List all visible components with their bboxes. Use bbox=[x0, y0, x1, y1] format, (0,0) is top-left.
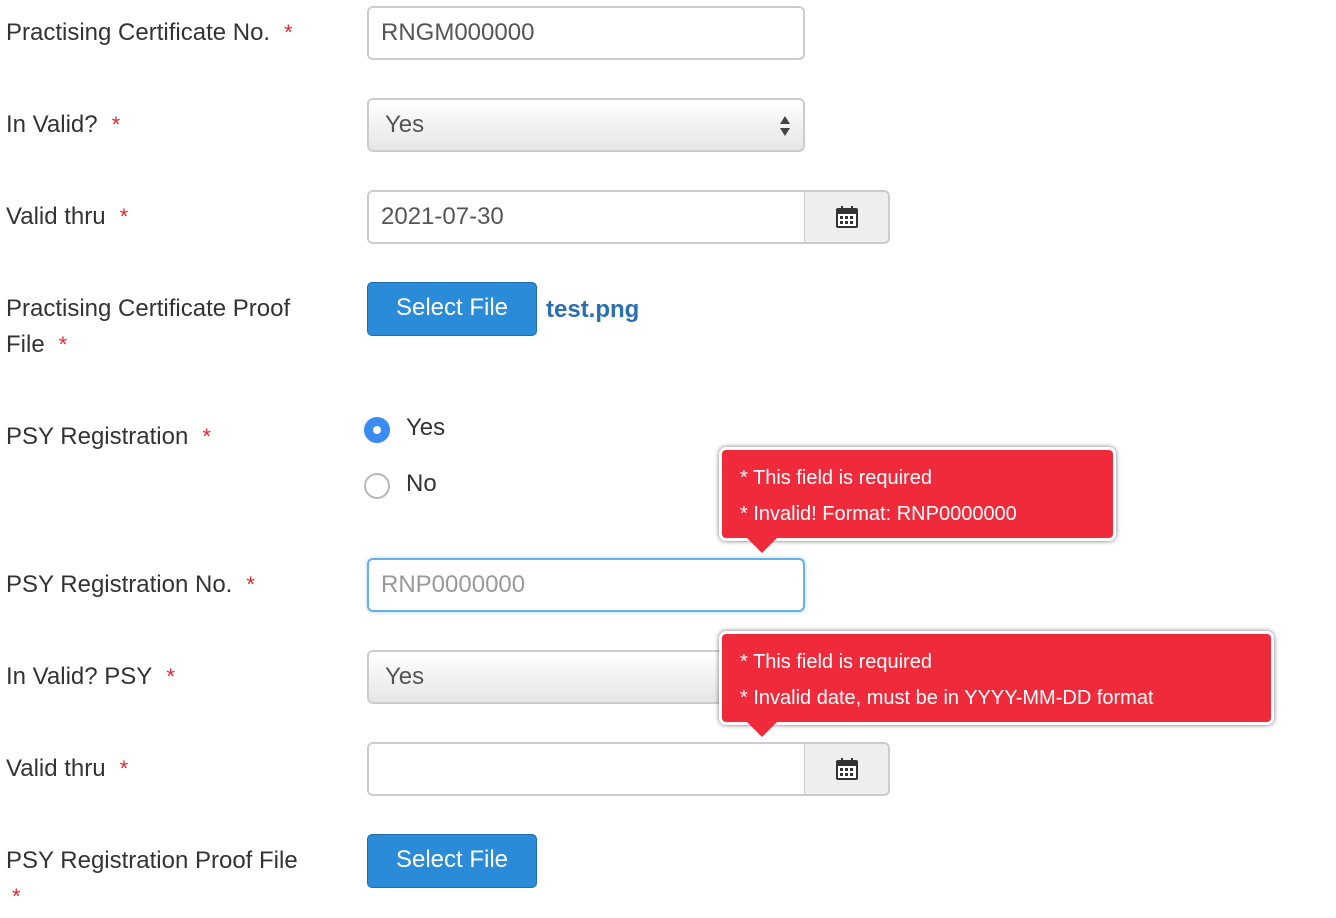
tooltip-pointer bbox=[746, 537, 778, 553]
in-valid-select[interactable]: Yes bbox=[367, 98, 805, 152]
psy-valid-thru-label: Valid thru * bbox=[6, 755, 129, 782]
error-message: * This field is required bbox=[740, 651, 932, 673]
required-marker: * bbox=[284, 20, 293, 45]
pc-proof-label: Practising Certificate Proof File * bbox=[6, 295, 291, 358]
pc-no-label: Practising Certificate No. * bbox=[6, 19, 293, 46]
psy-no-label: PSY Registration No. * bbox=[6, 571, 255, 598]
error-message: * Invalid date, must be in YYYY-MM-DD fo… bbox=[740, 687, 1154, 709]
error-message: * Invalid! Format: RNP0000000 bbox=[740, 503, 1017, 525]
required-marker: * bbox=[58, 332, 68, 357]
calendar-icon bbox=[835, 758, 858, 780]
required-marker: * bbox=[111, 112, 121, 137]
required-marker: * bbox=[119, 756, 129, 781]
psy-proof-select-file-button[interactable]: Select File bbox=[367, 834, 537, 888]
pc-proof-filename-link[interactable]: test.png bbox=[546, 292, 639, 328]
psy-registration-no-radio[interactable] bbox=[364, 473, 390, 499]
required-marker: * bbox=[119, 204, 129, 229]
psy-registration-yes-label[interactable]: Yes bbox=[406, 410, 445, 446]
psy-registration-no-label[interactable]: No bbox=[406, 466, 437, 502]
psy-calendar-button[interactable] bbox=[804, 742, 890, 796]
in-valid-label: In Valid? * bbox=[6, 111, 121, 138]
psy-valid-thru-input[interactable] bbox=[367, 742, 806, 796]
required-marker: * bbox=[12, 884, 21, 909]
required-marker: * bbox=[246, 572, 255, 597]
calendar-icon bbox=[835, 206, 858, 228]
updown-arrows-icon bbox=[780, 116, 790, 136]
psy-registration-yes-radio[interactable] bbox=[364, 417, 390, 443]
in-valid-psy-label: In Valid? PSY * bbox=[6, 663, 175, 690]
valid-thru-label: Valid thru * bbox=[6, 203, 129, 230]
pc-no-input[interactable] bbox=[367, 6, 805, 60]
psy-valid-thru-error-tooltip: * This field is required * Invalid date,… bbox=[719, 631, 1274, 737]
calendar-button[interactable] bbox=[804, 190, 890, 244]
pc-proof-select-file-button[interactable]: Select File bbox=[367, 282, 537, 336]
error-message: * This field is required bbox=[740, 467, 932, 489]
required-marker: * bbox=[166, 664, 175, 689]
psy-no-input[interactable] bbox=[367, 558, 805, 612]
valid-thru-input[interactable] bbox=[367, 190, 806, 244]
in-valid-psy-selected: Yes bbox=[385, 663, 425, 690]
required-marker: * bbox=[202, 424, 211, 449]
tooltip-pointer bbox=[746, 721, 778, 737]
in-valid-selected: Yes bbox=[385, 111, 425, 138]
psy-no-error-tooltip: * This field is required * Invalid! Form… bbox=[719, 447, 1116, 553]
psy-registration-label: PSY Registration * bbox=[6, 423, 211, 450]
psy-proof-label: PSY Registration Proof File * bbox=[6, 847, 298, 909]
